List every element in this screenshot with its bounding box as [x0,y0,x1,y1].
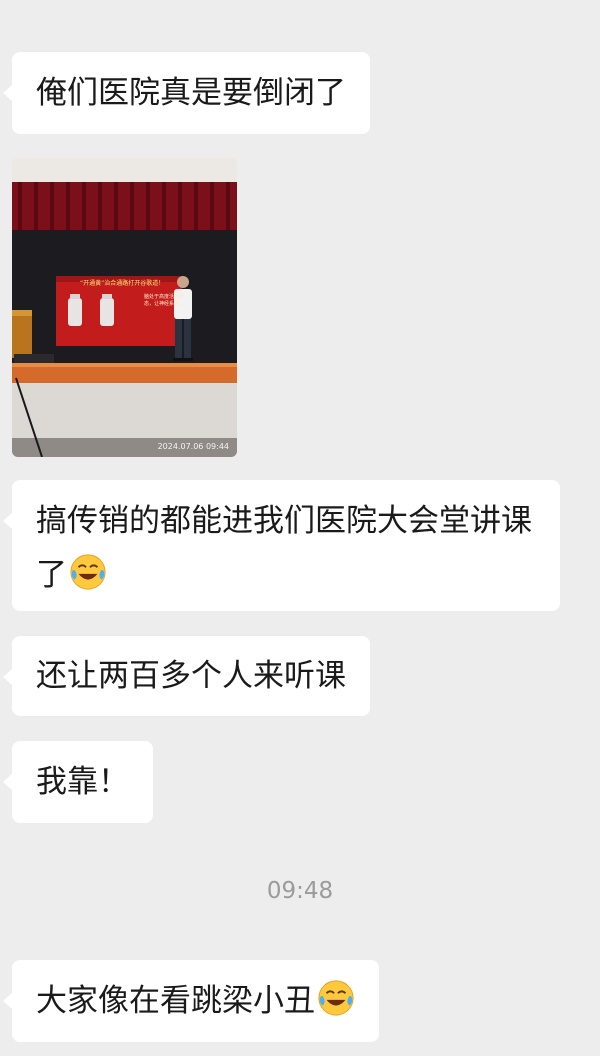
banner-title: “开通黄”治合通路打开谷歌道！ [80,280,165,287]
message-text: 俺们医院真是要倒闭了 [36,75,346,111]
message-text: 大家像在看跳梁小丑 [36,983,315,1019]
message-bubble[interactable]: 搞传销的都能进我们医院大会堂讲课了 [3,480,560,611]
message-bubble[interactable]: 还让两百多个人来听课 [3,636,370,716]
face-with-tears-of-joy-icon [318,980,354,1016]
message-text: 还让两百多个人来听课 [36,658,346,694]
chat-thread: 俺们医院真是要倒闭了 “开通黄”治合通路打开谷歌道！ 脑处于高度活跃状态，让神经… [0,0,600,1056]
screen-side-text: 脑处于高度活跃状态，让神经系统... [144,294,185,307]
message-bubble[interactable]: 大家像在看跳梁小丑 [3,960,379,1042]
message-text: 搞传销的都能进我们医院大会堂讲课了 [36,503,532,593]
face-with-tears-of-joy-icon [70,554,106,590]
message-bubble[interactable]: 我靠！ [3,741,153,823]
photo-date-stamp: 2024.07.06 09:44 [157,442,229,451]
stage-photo [12,158,237,457]
message-timestamp: 09:48 [266,878,334,904]
message-image[interactable]: “开通黄”治合通路打开谷歌道！ 脑处于高度活跃状态，让神经系统... 2024.… [12,158,237,457]
message-text: 我靠！ [36,764,129,800]
message-bubble[interactable]: 俺们医院真是要倒闭了 [3,52,370,134]
